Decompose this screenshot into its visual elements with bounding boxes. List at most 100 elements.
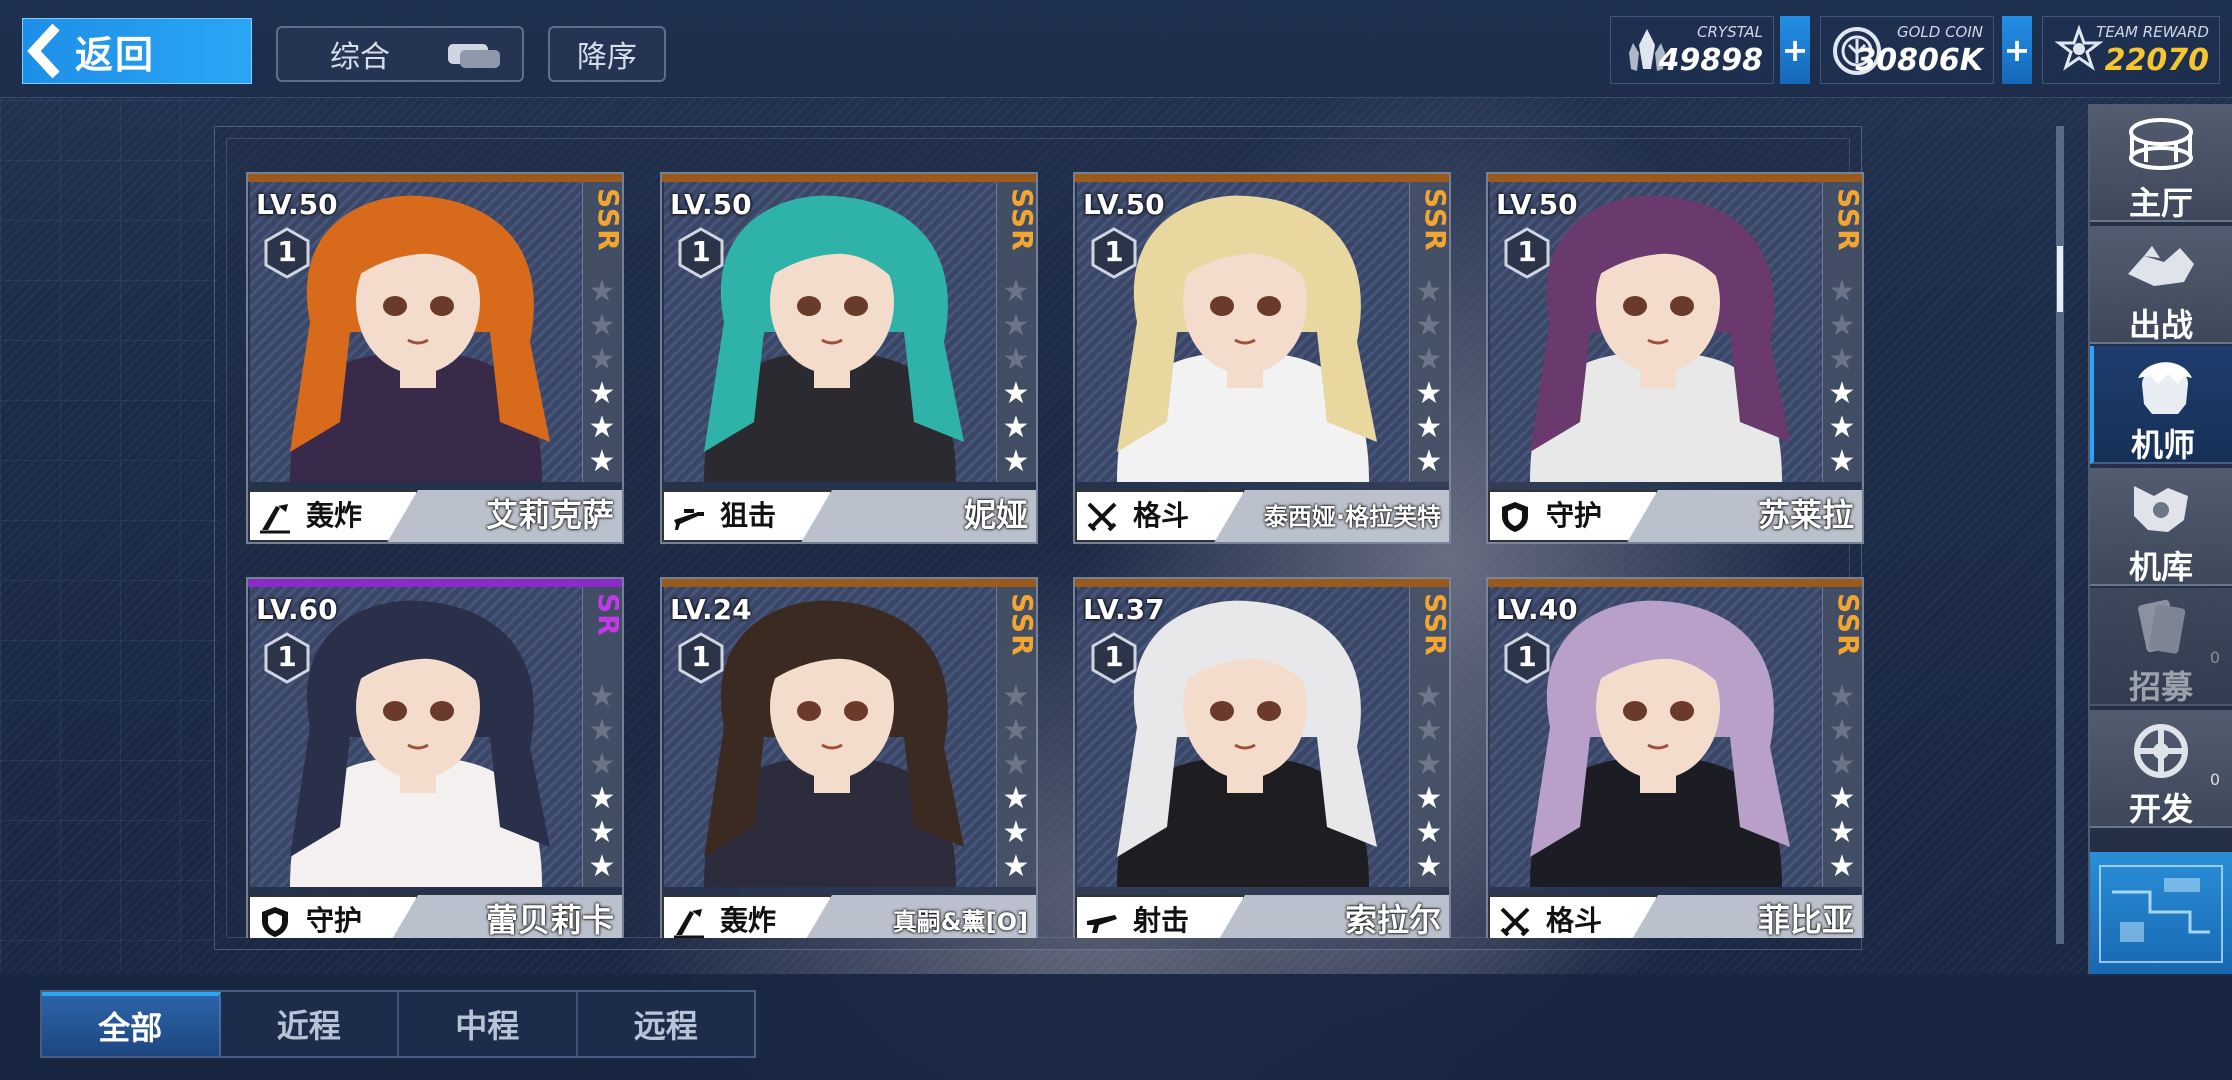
star-icon: ★ bbox=[588, 444, 616, 479]
star-rating: ★ ★ ★ ★ ★ ★ bbox=[998, 681, 1034, 883]
nav-label: 招募 bbox=[2128, 668, 2193, 706]
star-icon: ★ bbox=[1415, 410, 1443, 445]
pilot-level: LV.50 bbox=[1496, 188, 1578, 221]
bomb-icon bbox=[258, 500, 292, 534]
rank-value: 1 bbox=[277, 235, 297, 268]
rarity-label: SSR bbox=[592, 188, 625, 252]
add-gold-button[interactable]: + bbox=[2002, 16, 2032, 84]
nav-item-pilot[interactable]: 机师 bbox=[2090, 346, 2232, 464]
rarity-bar bbox=[248, 579, 622, 587]
nav-label: 开发 bbox=[2128, 790, 2193, 828]
rank-value: 1 bbox=[1104, 235, 1124, 268]
swords-icon bbox=[1498, 905, 1532, 938]
star-rating: ★ ★ ★ ★ ★ ★ bbox=[1824, 276, 1860, 478]
star-icon: ★ bbox=[1415, 815, 1443, 850]
pilot-level: LV.50 bbox=[670, 188, 752, 221]
nav-item-hangar[interactable]: 机库 bbox=[2090, 468, 2232, 586]
sort-label: 综合 bbox=[330, 40, 390, 75]
rarity-label: SR bbox=[592, 593, 625, 637]
nav-label: 机师 bbox=[2130, 426, 2195, 464]
pilot-card[interactable]: SSR LV.24 1 ★ ★ ★ ★ ★ ★ 轰炸 真嗣&薰[O] bbox=[660, 577, 1039, 938]
nav-item-recruit[interactable]: 招募 0 bbox=[2090, 588, 2232, 706]
back-label: 返回 bbox=[75, 32, 156, 77]
pilot-name: 苏莱拉 bbox=[1757, 496, 1854, 534]
tab-3[interactable]: 远程 bbox=[578, 992, 755, 1056]
pilot-card[interactable]: SSR LV.50 1 ★ ★ ★ ★ ★ ★ 狙击 妮娅 bbox=[660, 172, 1039, 544]
nav-item-hall[interactable]: 主厅 bbox=[2090, 104, 2232, 222]
minimap-button[interactable] bbox=[2090, 852, 2232, 976]
pilot-name: 蕾贝莉卡 bbox=[485, 901, 614, 938]
tab-1[interactable]: 近程 bbox=[221, 992, 399, 1056]
pilot-name: 真嗣&薰[O] bbox=[892, 908, 1028, 936]
rarity-label: SSR bbox=[1832, 188, 1865, 252]
star-icon: ★ bbox=[1415, 747, 1443, 782]
battle-icon bbox=[2124, 234, 2198, 300]
rank-value: 1 bbox=[691, 235, 711, 268]
crystal-value: 49898 bbox=[1658, 43, 1763, 78]
star-icon: ★ bbox=[1415, 444, 1443, 479]
nav-item-develop[interactable]: 开发 0 bbox=[2090, 710, 2232, 828]
tab-2[interactable]: 中程 bbox=[399, 992, 578, 1056]
role-label: 格斗 bbox=[1133, 499, 1190, 532]
nav-item-battle[interactable]: 出战 bbox=[2090, 226, 2232, 344]
sort-toggle-icon bbox=[446, 42, 502, 70]
rank-value: 1 bbox=[1517, 235, 1537, 268]
rarity-bar bbox=[662, 579, 1036, 587]
rarity-label: SSR bbox=[1006, 188, 1039, 252]
tab-0[interactable]: 全部 bbox=[42, 992, 221, 1056]
pilot-card[interactable]: SSR LV.50 1 ★ ★ ★ ★ ★ ★ 守护 苏莱拉 bbox=[1486, 172, 1865, 544]
star-icon: ★ bbox=[1002, 815, 1030, 850]
star-icon: ★ bbox=[588, 376, 616, 411]
order-button[interactable]: 降序 bbox=[548, 26, 666, 82]
star-icon: ★ bbox=[1828, 815, 1856, 850]
rank-badge: 1 bbox=[260, 226, 314, 280]
scrollbar-thumb[interactable] bbox=[2057, 246, 2063, 312]
rarity-bar bbox=[1075, 174, 1449, 182]
star-icon: ★ bbox=[1415, 849, 1443, 884]
recruit-icon bbox=[2124, 596, 2198, 662]
pilot-name: 菲比亚 bbox=[1757, 901, 1854, 938]
star-icon: ★ bbox=[588, 308, 616, 343]
role-label: 守护 bbox=[306, 904, 363, 937]
star-icon: ★ bbox=[1002, 342, 1030, 377]
pilot-card[interactable]: SR LV.60 1 ★ ★ ★ ★ ★ ★ 守护 蕾贝莉卡 bbox=[246, 577, 625, 938]
rank-value: 1 bbox=[277, 640, 297, 673]
pilot-level: LV.24 bbox=[670, 593, 752, 626]
rarity-label: SSR bbox=[1006, 593, 1039, 657]
add-crystal-button[interactable]: + bbox=[1780, 16, 1810, 84]
rarity-label: SSR bbox=[1419, 593, 1452, 657]
chevron-left-icon bbox=[23, 18, 69, 84]
shield-icon bbox=[1498, 500, 1532, 534]
role-label: 轰炸 bbox=[720, 904, 777, 937]
rifle-icon bbox=[1085, 905, 1119, 938]
star-icon: ★ bbox=[1415, 679, 1443, 714]
star-icon: ★ bbox=[1002, 444, 1030, 479]
star-icon: ★ bbox=[1002, 679, 1030, 714]
role-label: 格斗 bbox=[1546, 904, 1603, 937]
swords-icon bbox=[1085, 500, 1119, 534]
rarity-bar bbox=[662, 174, 1036, 182]
sniper-icon bbox=[672, 500, 706, 534]
back-button[interactable]: 返回 bbox=[22, 18, 252, 84]
star-icon: ★ bbox=[588, 713, 616, 748]
star-icon: ★ bbox=[1002, 713, 1030, 748]
star-icon: ★ bbox=[1828, 849, 1856, 884]
sort-dropdown[interactable]: 综合 bbox=[276, 26, 524, 82]
role-label: 轰炸 bbox=[306, 499, 363, 532]
star-icon: ★ bbox=[1002, 410, 1030, 445]
order-label: 降序 bbox=[577, 40, 637, 75]
gold-coin-label: GOLD COIN bbox=[1896, 23, 1983, 41]
rarity-bar bbox=[1075, 579, 1449, 587]
star-icon: ★ bbox=[1828, 747, 1856, 782]
pilot-card[interactable]: SSR LV.37 1 ★ ★ ★ ★ ★ ★ 射击 索拉尔 bbox=[1073, 577, 1452, 938]
range-filter-tabs: 全部 近程 中程 远程 bbox=[40, 990, 756, 1058]
star-icon: ★ bbox=[588, 679, 616, 714]
crystal-counter: CRYSTAL 49898 bbox=[1610, 16, 1774, 84]
rarity-bar bbox=[1488, 579, 1862, 587]
pilot-card[interactable]: SSR LV.40 1 ★ ★ ★ ★ ★ ★ 格斗 菲比亚 bbox=[1486, 577, 1865, 938]
rank-value: 1 bbox=[691, 640, 711, 673]
pilot-card[interactable]: SSR LV.50 1 ★ ★ ★ ★ ★ ★ 轰炸 艾莉克萨 bbox=[246, 172, 625, 544]
crystal-label: CRYSTAL bbox=[1697, 23, 1763, 41]
pilot-level: LV.50 bbox=[1083, 188, 1165, 221]
pilot-card[interactable]: SSR LV.50 1 ★ ★ ★ ★ ★ ★ 格斗 泰西娅·格拉芙特 bbox=[1073, 172, 1452, 544]
